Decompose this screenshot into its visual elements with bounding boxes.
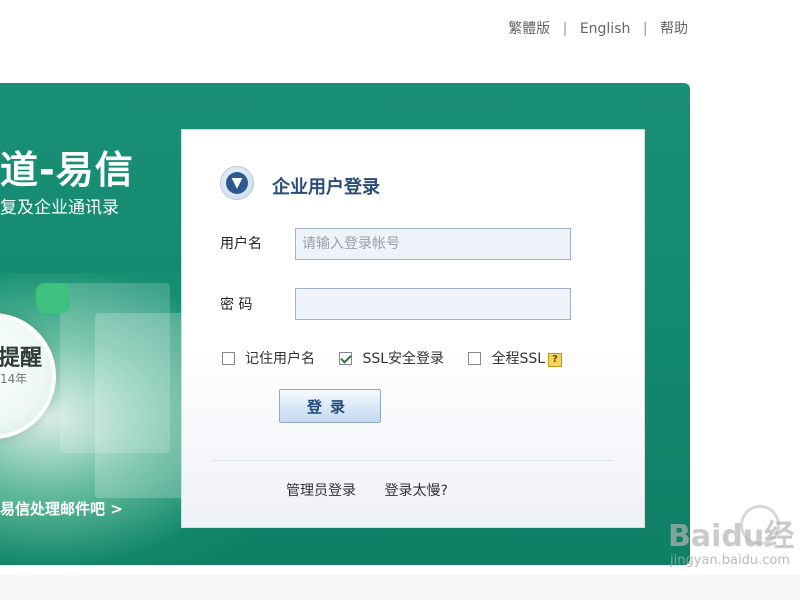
ssl-login-label: SSL安全登录 bbox=[362, 351, 445, 367]
full-ssl-option[interactable]: 全程SSL? bbox=[468, 348, 563, 368]
separator: | bbox=[562, 21, 568, 37]
ssl-login-checkbox[interactable] bbox=[339, 352, 353, 365]
remember-username-label: 记住用户名 bbox=[245, 351, 315, 367]
arrow-down-icon: ▼ bbox=[226, 172, 248, 194]
english-link[interactable]: English bbox=[580, 21, 631, 37]
full-ssl-label: 全程SSL bbox=[491, 351, 546, 367]
username-input[interactable] bbox=[295, 228, 571, 260]
username-label: 用户名 bbox=[220, 236, 262, 252]
watermark-logo: Baidu经 bbox=[668, 519, 795, 554]
admin-login-link[interactable]: 管理员登录 bbox=[286, 483, 356, 499]
remember-username-option[interactable]: 记住用户名 bbox=[222, 348, 315, 368]
separator: | bbox=[642, 21, 648, 37]
banner-subline: 复及企业通讯录 bbox=[0, 198, 119, 218]
login-options: 记住用户名 SSL安全登录 全程SSL? bbox=[222, 348, 563, 368]
login-panel: ▼ 企业用户登录 用户名 密 码 记住用户名 SSL安全登录 全程SSL? 登录… bbox=[181, 129, 645, 528]
download-arrow-icon: ▼ bbox=[220, 166, 254, 200]
slow-login-link[interactable]: 登录太慢? bbox=[384, 483, 447, 499]
full-ssl-checkbox[interactable] bbox=[468, 352, 482, 365]
help-icon[interactable]: ? bbox=[548, 353, 563, 367]
watermark: Baidu经 jingyan.baidu.com bbox=[668, 505, 800, 575]
password-input[interactable] bbox=[295, 288, 571, 320]
banner-headline: 道-易信 bbox=[0, 148, 134, 192]
banner-cta-link[interactable]: 易信处理邮件吧 > bbox=[0, 498, 123, 519]
ssl-login-option[interactable]: SSL安全登录 bbox=[339, 348, 444, 368]
login-button[interactable]: 登录 bbox=[279, 389, 381, 423]
login-title: 企业用户登录 bbox=[272, 177, 380, 198]
remember-username-checkbox[interactable] bbox=[222, 352, 235, 365]
watermark-url: jingyan.baidu.com bbox=[670, 553, 790, 568]
top-links: 繁體版 | English | 帮助 bbox=[508, 18, 688, 38]
footer-strip bbox=[0, 575, 800, 600]
chat-bubble-icon bbox=[36, 283, 70, 313]
login-footer-links: 管理员登录 登录太慢? bbox=[286, 480, 472, 500]
divider bbox=[212, 460, 614, 461]
help-link[interactable]: 帮助 bbox=[660, 21, 688, 37]
reminder-badge-text: 提醒 bbox=[0, 346, 43, 371]
password-label: 密 码 bbox=[220, 297, 253, 313]
reminder-badge-subtext: 14年 bbox=[0, 372, 28, 386]
traditional-chinese-link[interactable]: 繁體版 bbox=[508, 21, 550, 37]
